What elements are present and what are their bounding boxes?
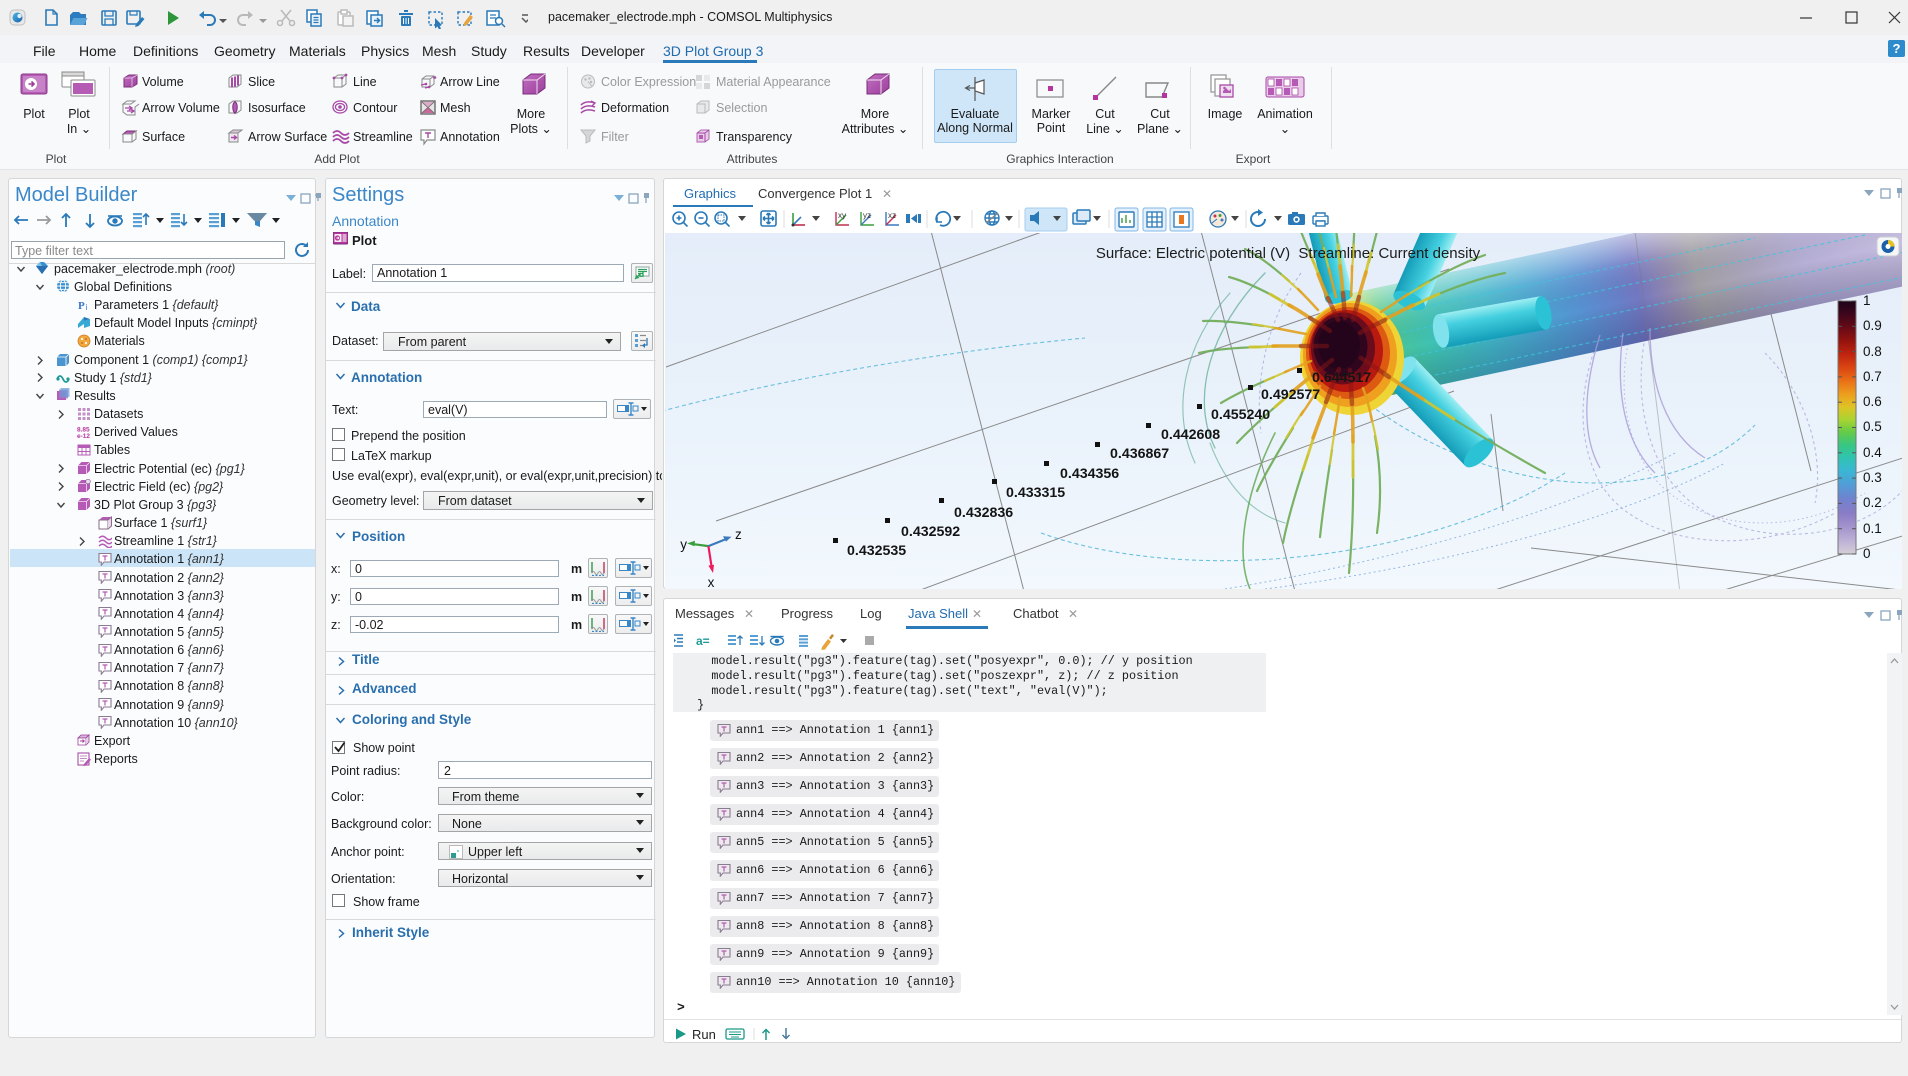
svg-text:0.432836: 0.432836 (954, 505, 1013, 521)
svg-text:i: i (86, 303, 88, 312)
svg-text:0.4: 0.4 (1863, 445, 1882, 460)
svg-text:0.436867: 0.436867 (1110, 446, 1169, 462)
svg-text:0.8: 0.8 (1863, 344, 1882, 359)
svg-text:0.9: 0.9 (1863, 318, 1882, 333)
svg-text:Surface: Electric potential (V: Surface: Electric potential (V) Streamli… (1096, 245, 1481, 262)
svg-text:0.1: 0.1 (1863, 521, 1882, 536)
svg-text:x: x (708, 575, 715, 589)
svg-text:xz: xz (888, 211, 896, 220)
svg-text:a=: a= (696, 634, 710, 648)
svg-text:0.455240: 0.455240 (1211, 407, 1270, 423)
svg-text:e-12: e-12 (77, 433, 90, 439)
svg-text:0.6: 0.6 (1863, 394, 1882, 409)
svg-text:0.492577: 0.492577 (1261, 387, 1320, 403)
svg-text:0.5: 0.5 (1863, 419, 1882, 434)
svg-text:0.434356: 0.434356 (1060, 466, 1119, 482)
svg-text:0.432535: 0.432535 (847, 543, 906, 559)
svg-text:0.2: 0.2 (1863, 495, 1882, 510)
svg-text:0.7: 0.7 (1863, 369, 1882, 384)
svg-text:0.432592: 0.432592 (901, 524, 960, 540)
svg-text:0.644517: 0.644517 (1312, 370, 1371, 386)
svg-text:yz: yz (863, 211, 871, 220)
svg-text:P: P (78, 300, 85, 312)
svg-text:z: z (735, 527, 742, 542)
svg-text:1: 1 (1863, 293, 1871, 308)
svg-text:xy: xy (838, 211, 846, 220)
svg-text:0.433315: 0.433315 (1006, 485, 1065, 501)
svg-text:y: y (680, 537, 687, 552)
svg-text:0: 0 (1863, 546, 1871, 561)
svg-text:0.3: 0.3 (1863, 470, 1882, 485)
svg-text:0.442608: 0.442608 (1161, 427, 1220, 443)
